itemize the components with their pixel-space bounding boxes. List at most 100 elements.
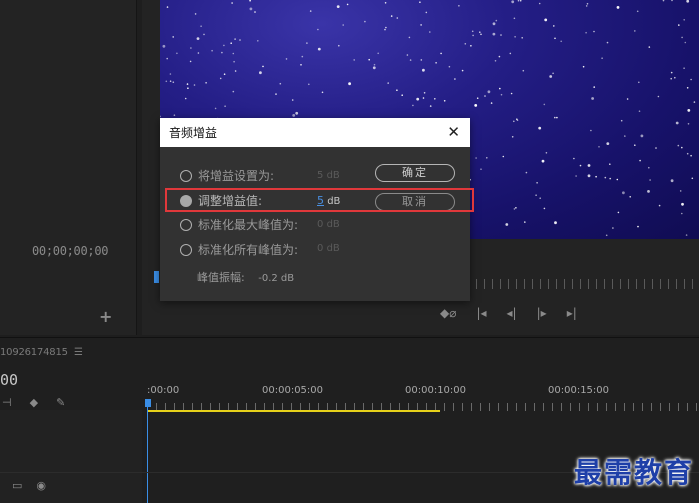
star — [690, 154, 692, 157]
peak-label: 峰值振幅: — [197, 271, 245, 284]
radio-button[interactable] — [180, 169, 192, 182]
star — [626, 98, 629, 100]
star — [292, 114, 296, 117]
go-to-out-icon[interactable]: ▸| — [567, 306, 577, 320]
star — [509, 52, 512, 55]
star — [429, 31, 431, 33]
marker-icon[interactable]: ◆ — [30, 396, 38, 409]
star — [368, 58, 370, 61]
option-set-gain[interactable]: 将增益设置为: — [180, 167, 274, 184]
star — [187, 87, 189, 89]
star — [440, 52, 442, 55]
monitor-scrub-ruler[interactable] — [468, 279, 699, 289]
star — [575, 175, 577, 177]
star — [686, 0, 690, 3]
star — [231, 2, 233, 4]
star — [373, 63, 376, 66]
add-icon[interactable]: + — [99, 307, 112, 326]
star — [186, 83, 189, 85]
option-normalize-max[interactable]: 标准化最大峰值为: — [180, 216, 298, 233]
star — [670, 77, 672, 80]
option-label: 标准化所有峰值为: — [198, 243, 299, 257]
star — [505, 223, 509, 226]
star — [636, 10, 639, 13]
go-to-in-icon[interactable]: |◂ — [476, 306, 486, 320]
star — [321, 91, 324, 94]
option-normalize-all[interactable]: 标准化所有峰值为: — [180, 241, 298, 258]
star — [420, 24, 422, 26]
star — [495, 19, 498, 22]
star — [604, 176, 607, 179]
wrench-icon[interactable]: ✎ — [56, 396, 65, 409]
star — [681, 202, 684, 206]
source-timecode[interactable]: 00;00;00;00 — [32, 244, 108, 258]
star — [543, 207, 546, 210]
star — [585, 5, 588, 7]
star — [461, 69, 464, 72]
star — [423, 92, 426, 94]
star — [487, 90, 491, 94]
close-icon[interactable]: ✕ — [447, 123, 460, 141]
playhead-line — [147, 407, 148, 503]
normalize-max-value: 0 dB — [317, 219, 340, 230]
star — [606, 142, 610, 146]
star — [690, 78, 692, 81]
star — [549, 75, 553, 78]
star — [262, 65, 264, 68]
step-back-icon[interactable]: ◂| — [507, 306, 517, 320]
star — [464, 43, 467, 45]
star — [587, 164, 591, 167]
star — [647, 190, 650, 193]
star — [309, 10, 312, 12]
star — [474, 104, 478, 107]
star — [490, 102, 493, 104]
star — [543, 103, 546, 106]
star — [223, 44, 225, 47]
star — [176, 52, 178, 55]
monitor-playhead[interactable] — [154, 271, 159, 283]
star — [429, 105, 432, 107]
step-forward-icon[interactable]: |▸ — [537, 306, 547, 320]
sequence-name[interactable]: 10926174815 — [0, 347, 68, 358]
star — [579, 164, 582, 167]
star — [384, 28, 386, 31]
star — [475, 157, 477, 159]
star — [160, 115, 161, 118]
radio-button[interactable] — [180, 243, 192, 256]
star — [638, 81, 640, 84]
timeline-playhead[interactable] — [145, 399, 151, 407]
star — [681, 212, 683, 215]
star — [193, 84, 196, 86]
track-video-icon[interactable]: ▭ — [12, 479, 22, 492]
star — [683, 19, 685, 21]
panel-menu-icon[interactable]: ☰ — [74, 347, 83, 358]
star — [684, 41, 687, 44]
star — [655, 147, 657, 149]
star — [384, 2, 387, 4]
star — [535, 194, 537, 196]
star — [257, 40, 259, 42]
star — [189, 60, 192, 63]
ok-button[interactable]: 确定 — [375, 164, 455, 182]
radio-button[interactable] — [180, 218, 192, 231]
work-area-bar[interactable] — [147, 410, 440, 412]
eye-icon[interactable]: ◉ — [36, 479, 46, 492]
star — [494, 60, 497, 62]
star — [670, 71, 673, 74]
star — [516, 119, 519, 121]
star — [605, 234, 608, 237]
star — [648, 166, 650, 169]
ruler-label: :00:00 — [147, 385, 180, 396]
star — [634, 144, 636, 146]
star — [595, 175, 597, 178]
star — [234, 70, 237, 72]
star — [591, 97, 594, 100]
star — [219, 77, 222, 80]
peak-value: -0.2 dB — [258, 273, 295, 284]
option-label: 将增益设置为: — [198, 169, 275, 183]
timeline-timecode[interactable]: 00 — [0, 371, 18, 389]
star — [683, 67, 685, 69]
star — [609, 163, 611, 165]
marker-icon[interactable]: ◆⌀ — [440, 306, 456, 320]
snap-icon[interactable]: ⊣ — [2, 396, 12, 409]
